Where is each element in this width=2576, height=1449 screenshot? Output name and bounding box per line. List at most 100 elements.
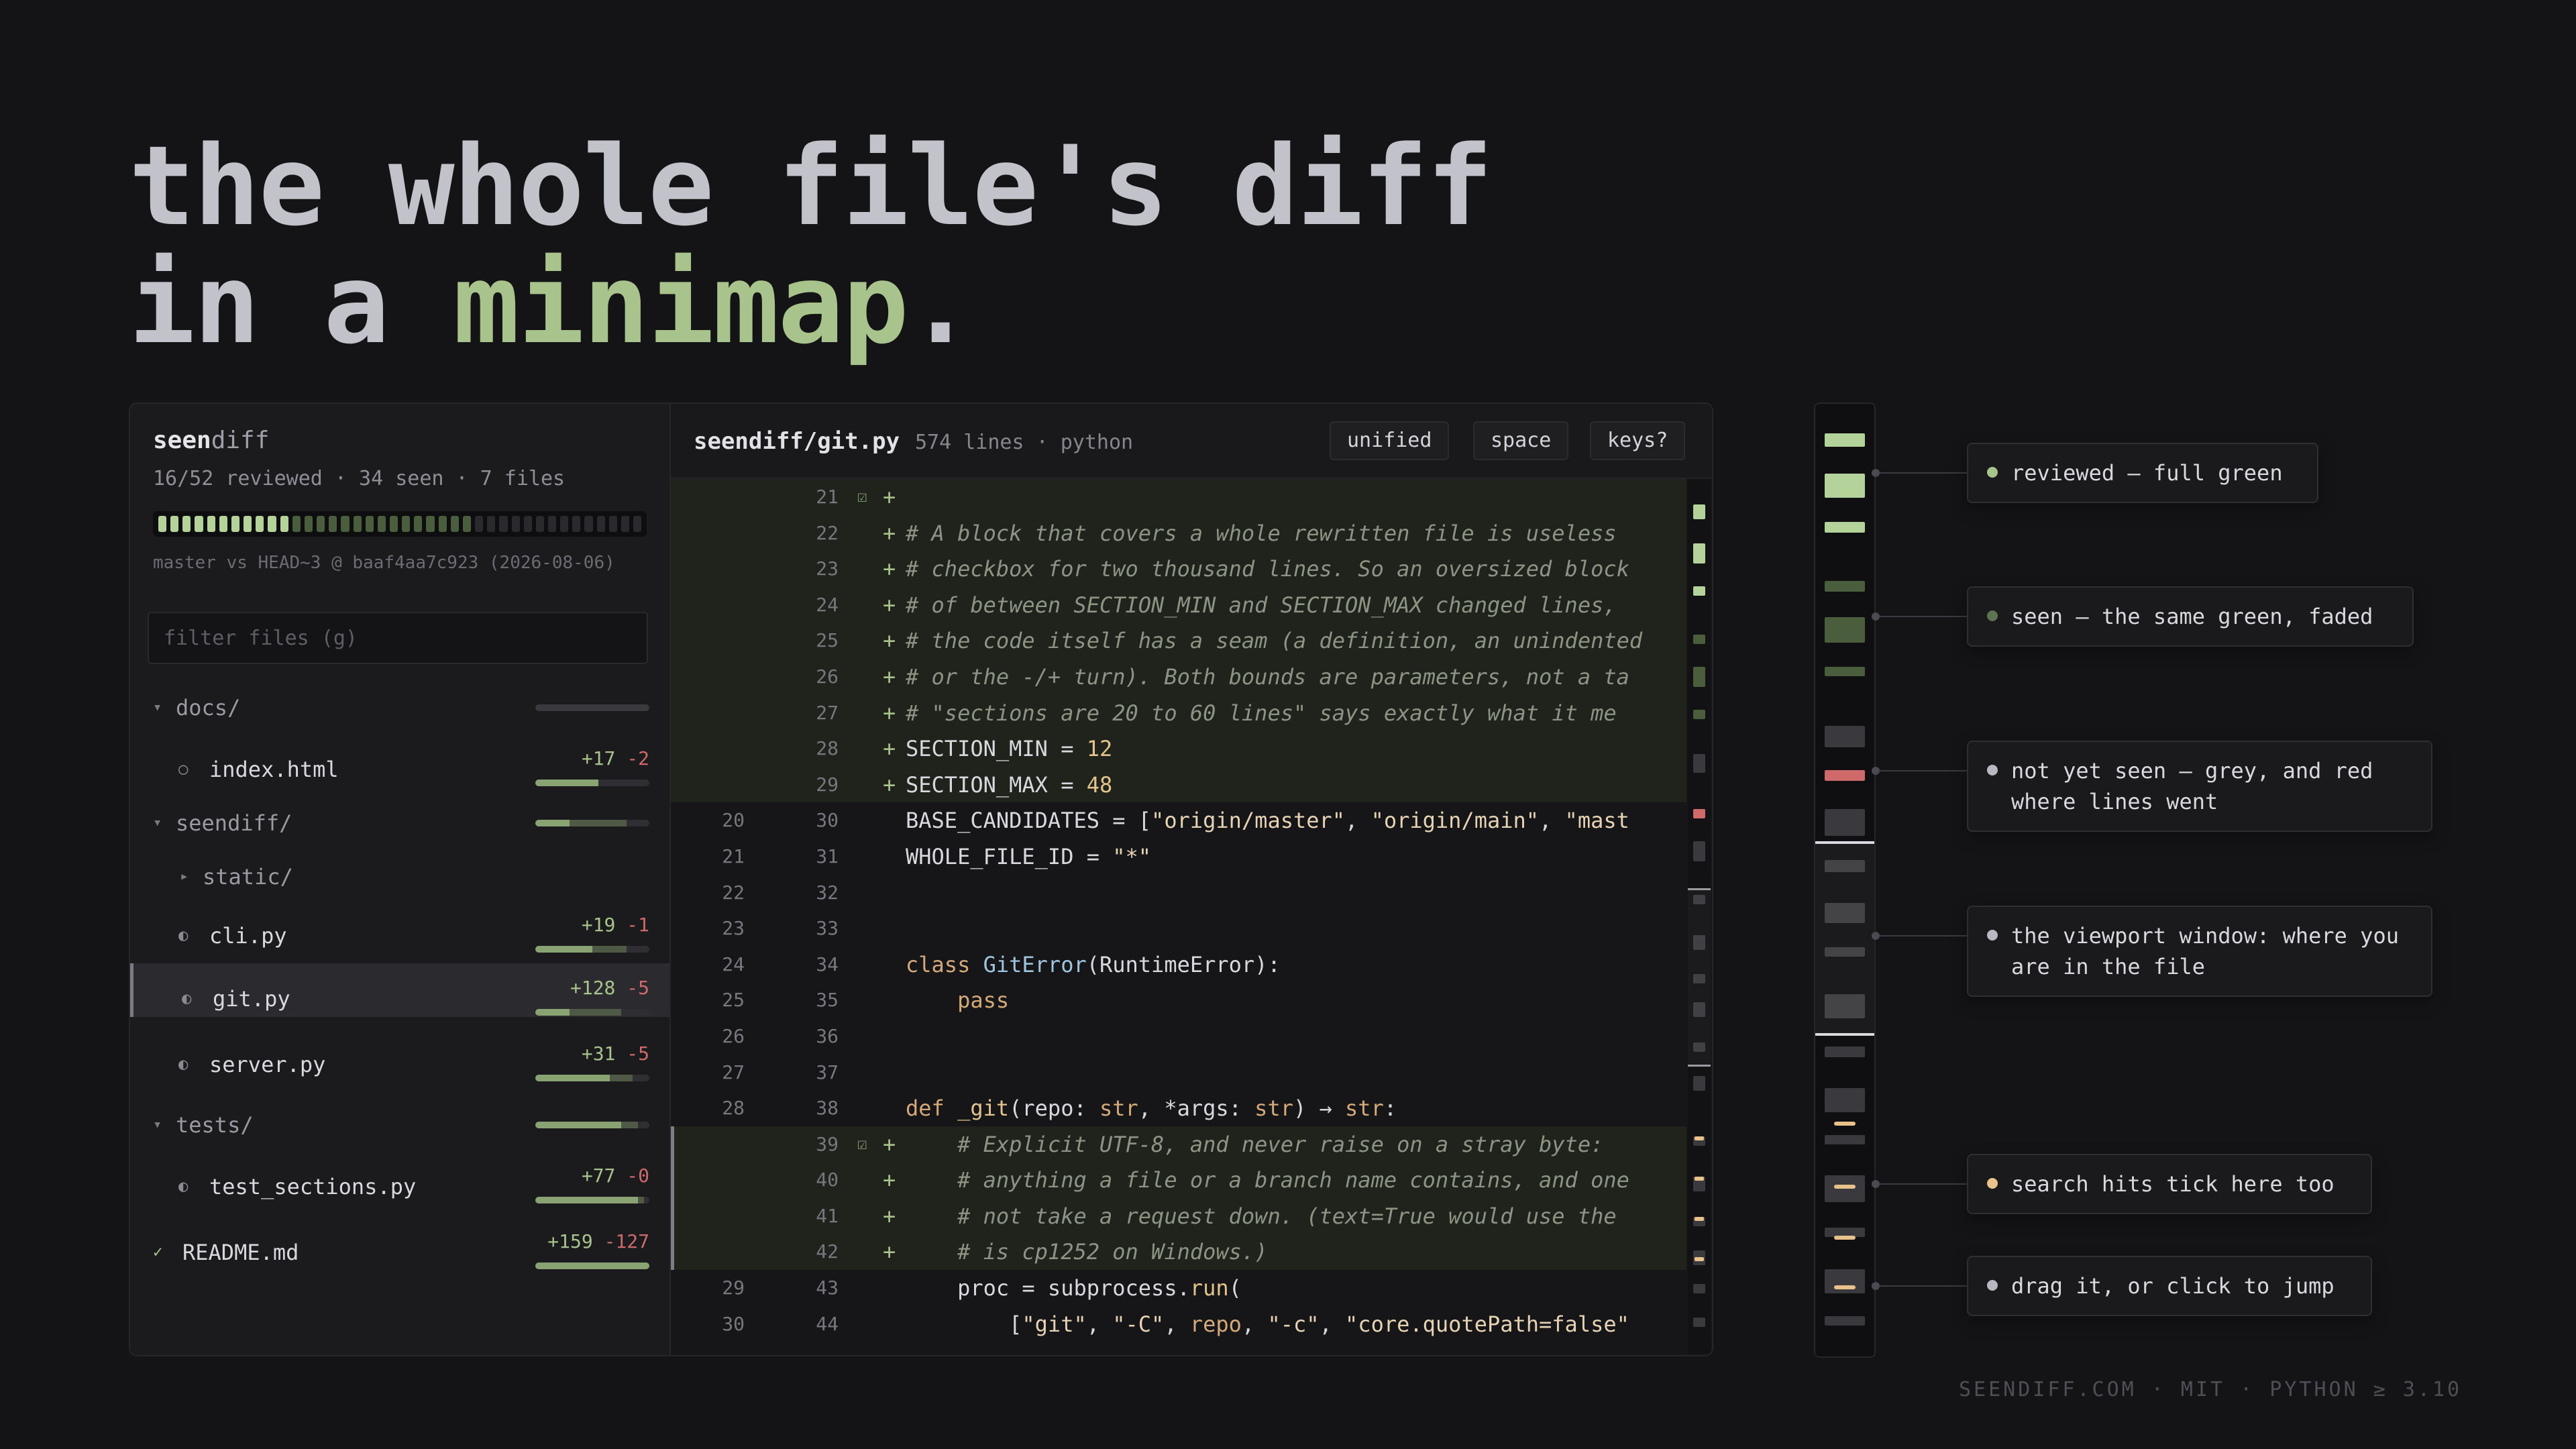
progress-segment <box>389 516 398 532</box>
progress-segment <box>219 516 227 532</box>
connector-dot <box>1872 469 1880 477</box>
diff-line-context[interactable]: 21 31 WHOLE_FILE_ID = "*" <box>671 839 1686 875</box>
diff-line-added[interactable]: 22 + # A block that covers a whole rewritt… <box>671 515 1686 551</box>
diff-line-context[interactable]: 24 34 class GitError(RuntimeError): <box>671 947 1686 983</box>
tree-item-label: cli.py <box>209 923 287 949</box>
unified-toggle-button[interactable]: unified <box>1330 421 1450 460</box>
diff-line-added[interactable]: 26 + # or the -/+ turn). Both bounds are p… <box>671 658 1686 695</box>
tree-item-label: tests/ <box>176 1112 254 1138</box>
progress-segment <box>402 516 411 532</box>
callout-text: drag it, or click to jump <box>2011 1273 2334 1299</box>
code-text: # checkbox for two thousand lines. So an… <box>906 556 1629 582</box>
callout-text: seen — the same green, faded <box>2011 604 2373 629</box>
diff-line-context[interactable]: 26 36 <box>671 1018 1686 1055</box>
tree-file[interactable]: ◐ test_sections.py +77 -0 <box>130 1151 669 1205</box>
section-checkbox-icon[interactable]: ☑ <box>857 487 867 506</box>
progress-segment <box>414 516 423 532</box>
tree-item-label: static/ <box>203 864 293 890</box>
headline-line-1: the whole file's diff <box>129 122 1493 250</box>
diff-line-added[interactable]: 27 + # "sections are 20 to 60 lines" says … <box>671 694 1686 731</box>
old-line-number: 24 <box>722 953 745 975</box>
filter-files-input[interactable] <box>148 612 648 664</box>
diff-line-context[interactable]: 30 44 ["git", "-C", repo, "-c", "core.quo… <box>671 1306 1686 1342</box>
tree-file[interactable]: ◐ cli.py +19 -1 <box>130 900 669 954</box>
added-marker: + <box>883 484 896 510</box>
diff-line-context[interactable]: 20 30 BASE_CANDIDATES = ["origin/master", … <box>671 802 1686 839</box>
minimap-viewport-window[interactable] <box>1815 841 1874 1036</box>
minimap[interactable] <box>1814 402 1876 1358</box>
keys-help-button[interactable]: keys? <box>1590 421 1686 460</box>
diff-line-added[interactable]: 42 + # is cp1252 on Windows.) <box>671 1234 1686 1271</box>
space-button[interactable]: space <box>1473 421 1569 460</box>
diff-line-context[interactable]: 29 43 proc = subprocess.run( <box>671 1270 1686 1306</box>
selection-gutter <box>671 1197 674 1234</box>
old-line-number: 28 <box>722 1097 745 1120</box>
added-marker: + <box>883 1131 896 1157</box>
old-line-number: 27 <box>722 1061 745 1083</box>
tree-file[interactable]: ✓ README.md +159 -127 <box>130 1217 669 1271</box>
diff-line-added[interactable]: 21 ☑ + <box>671 479 1686 515</box>
connector-dot <box>1872 932 1880 940</box>
old-line-number: 25 <box>722 989 745 1012</box>
callout-connector <box>1872 1180 1967 1188</box>
file-review-bar <box>535 946 649 953</box>
added-marker: + <box>883 663 896 690</box>
progress-segment <box>450 516 459 532</box>
progress-segment <box>475 516 484 532</box>
selection-gutter <box>671 1126 674 1163</box>
review-stats: 16/52 reviewed · 34 seen · 7 files <box>153 467 566 490</box>
diff-line-added[interactable]: 39 ☑ + # Explicit UTF-8, and never raise o… <box>671 1126 1686 1163</box>
minimap-block <box>1825 667 1865 676</box>
callout-text: the viewport window: where you are in th… <box>2011 923 2399 979</box>
file-review-bar <box>535 1122 649 1128</box>
callout: drag it, or click to jump <box>1967 1256 2372 1316</box>
strip-viewport-window[interactable] <box>1688 888 1711 1067</box>
sidebar: seendiff 16/52 reviewed · 34 seen · 7 fi… <box>130 404 671 1355</box>
tree-file[interactable]: ◐ server.py +31 -5 <box>130 1029 669 1083</box>
diff-line-added[interactable]: 29 + SECTION_MAX = 48 <box>671 766 1686 803</box>
tree-folder[interactable]: ▾ docs/ <box>130 678 669 731</box>
tree-file[interactable]: ○ index.html +17 -2 <box>130 734 669 788</box>
tree-folder[interactable]: ▸ static/ <box>130 847 669 900</box>
strip-tick <box>1693 635 1705 644</box>
diff-line-context[interactable]: 22 32 <box>671 875 1686 911</box>
diff-line-context[interactable]: 28 38 def _git(repo: str, *args: str) → st… <box>671 1090 1686 1126</box>
diff-line-added[interactable]: 24 + # of between SECTION_MIN and SECTION_… <box>671 586 1686 623</box>
minimap-block <box>1825 1269 1865 1293</box>
minimap-block <box>1825 809 1865 836</box>
diff-line-added[interactable]: 40 + # anything a file or a branch name c… <box>671 1162 1686 1198</box>
code-text: class GitError(RuntimeError): <box>906 951 1281 977</box>
diff-line-added[interactable]: 28 + SECTION_MIN = 12 <box>671 731 1686 767</box>
file-review-bar <box>535 1075 649 1081</box>
code-text: WHOLE_FILE_ID = "*" <box>906 843 1152 869</box>
progress-segment <box>207 516 215 532</box>
section-checkbox-icon[interactable]: ☑ <box>857 1134 867 1153</box>
added-marker: + <box>883 736 896 762</box>
file-review-bar <box>535 704 649 711</box>
inline-minimap-strip[interactable] <box>1688 479 1711 1354</box>
old-line-number: 23 <box>722 917 745 940</box>
diff-line-added[interactable]: 23 + # checkbox for two thousand lines. So… <box>671 551 1686 587</box>
diff-line-added[interactable]: 25 + # the code itself has a seam (a defin… <box>671 623 1686 659</box>
diff-line-context[interactable]: 25 35 pass <box>671 982 1686 1018</box>
code-text: # A block that covers a whole rewritten … <box>906 520 1617 546</box>
diff-lines[interactable]: 21 ☑ +22 + # A block that covers a whole rew… <box>671 479 1686 1342</box>
app-name: seendiff <box>153 427 269 454</box>
tree-folder[interactable]: ▾ tests/ <box>130 1095 669 1148</box>
tree-file[interactable]: ◐ git.py +128 -5 <box>130 963 669 1017</box>
callout-connector <box>1872 1282 1967 1290</box>
progress-segment <box>621 516 630 532</box>
tree-item-label: seendiff/ <box>176 810 292 836</box>
minimap-block <box>1825 581 1865 592</box>
new-line-number: 43 <box>816 1277 839 1299</box>
callout: the viewport window: where you are in th… <box>1967 906 2432 997</box>
minimap-search-tick <box>1834 1236 1856 1240</box>
minimap-search-tick <box>1834 1185 1856 1189</box>
diff-line-added[interactable]: 41 + # not take a request down. (text=Tru… <box>671 1197 1686 1234</box>
diff-line-context[interactable]: 23 33 <box>671 910 1686 947</box>
new-line-number: 34 <box>816 953 839 975</box>
tree-folder[interactable]: ▾ seendiff/ <box>130 793 669 847</box>
diff-line-context[interactable]: 27 37 <box>671 1055 1686 1091</box>
progress-segment <box>158 516 167 532</box>
progress-segment <box>511 516 520 532</box>
